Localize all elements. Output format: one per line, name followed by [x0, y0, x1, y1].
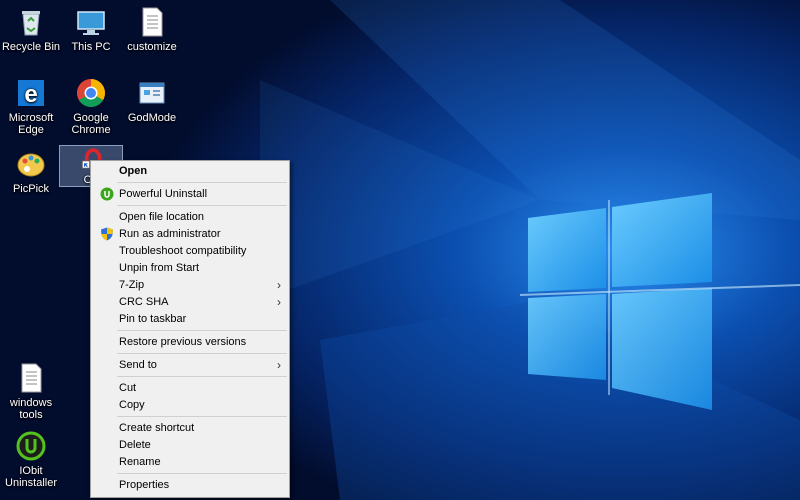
menu-item-label: Powerful Uninstall — [119, 188, 208, 200]
svg-text:e: e — [24, 81, 37, 108]
iobit-icon — [16, 431, 46, 461]
menu-item-open-file-location[interactable]: Open file location — [91, 209, 289, 226]
menu-item-delete[interactable]: Delete — [91, 437, 289, 454]
desktop-icon-iobit-uninstaller[interactable]: IObit Uninstaller — [0, 428, 62, 490]
menu-item-powerful-uninstall[interactable]: Powerful Uninstall — [91, 186, 289, 203]
godmode-icon — [139, 82, 165, 104]
menu-item-unpin-from-start[interactable]: Unpin from Start — [91, 260, 289, 277]
iobit-uninstall-icon — [100, 187, 114, 201]
menu-item-crc-sha[interactable]: CRC SHA › — [91, 294, 289, 311]
chevron-right-icon: › — [277, 278, 281, 292]
desktop-icon-customize[interactable]: customize — [121, 4, 183, 66]
menu-item-rename[interactable]: Rename — [91, 454, 289, 471]
menu-separator — [117, 330, 287, 331]
menu-separator — [117, 376, 287, 377]
menu-item-label: Pin to taskbar — [119, 313, 187, 325]
menu-separator — [117, 416, 287, 417]
menu-item-label: Restore previous versions — [119, 336, 247, 348]
menu-item-label: Delete — [119, 439, 151, 451]
chevron-right-icon: › — [277, 358, 281, 372]
menu-item-label: CRC SHA — [119, 296, 169, 308]
desktop-icon-label: GodMode — [127, 112, 177, 124]
menu-item-label: Rename — [119, 456, 161, 468]
edge-icon: e — [18, 80, 44, 108]
menu-item-copy[interactable]: Copy — [91, 397, 289, 414]
menu-item-label: Cut — [119, 382, 137, 394]
menu-item-label: Troubleshoot compatibility — [119, 245, 247, 257]
desktop-icon-windows-tools[interactable]: windows tools — [0, 360, 62, 422]
desktop-icon-label: IObit Uninstaller — [5, 465, 57, 489]
desktop-icon-godmode[interactable]: GodMode — [121, 75, 183, 137]
text-file-icon — [142, 7, 163, 37]
menu-item-properties[interactable]: Properties — [91, 477, 289, 494]
menu-item-7-zip[interactable]: 7-Zip › — [91, 277, 289, 294]
menu-item-label: Open — [119, 165, 148, 177]
desktop-icon-label: This PC — [71, 41, 111, 53]
menu-separator — [117, 205, 287, 206]
desktop-icon-microsoft-edge[interactable]: e Microsoft Edge — [0, 75, 62, 137]
desktop-icon-label: windows tools — [9, 397, 53, 421]
picpick-icon — [17, 153, 45, 177]
recycle-bin-icon — [22, 11, 40, 36]
menu-item-label: Copy — [119, 399, 145, 411]
desktop-icon-recycle-bin[interactable]: Recycle Bin — [0, 4, 62, 66]
chevron-right-icon: › — [277, 295, 281, 309]
context-menu: Open Powerful Uninstall Open file locati… — [90, 160, 290, 498]
desktop-icon-google-chrome[interactable]: Google Chrome — [60, 75, 122, 137]
desktop-icon-label: customize — [127, 41, 177, 53]
text-file-icon — [21, 363, 42, 393]
menu-separator — [117, 353, 287, 354]
menu-item-label: Create shortcut — [119, 422, 195, 434]
menu-separator — [117, 473, 287, 474]
menu-item-send-to[interactable]: Send to › — [91, 357, 289, 374]
desktop-icon-label: Recycle Bin — [1, 41, 61, 53]
chrome-icon — [77, 79, 105, 107]
menu-item-cut[interactable]: Cut — [91, 380, 289, 397]
desktop-icon-this-pc[interactable]: This PC — [60, 4, 122, 66]
desktop-icon-label: Google Chrome — [71, 112, 111, 136]
menu-item-open[interactable]: Open — [91, 163, 289, 180]
menu-item-label: Run as administrator — [119, 228, 221, 240]
this-pc-icon — [77, 11, 105, 35]
uac-shield-icon — [101, 227, 113, 241]
desktop-icon-label: Microsoft Edge — [8, 112, 54, 136]
menu-item-troubleshoot-compatibility[interactable]: Troubleshoot compatibility — [91, 243, 289, 260]
menu-item-label: Send to — [119, 359, 157, 371]
menu-item-label: 7-Zip — [119, 279, 145, 291]
menu-item-create-shortcut[interactable]: Create shortcut — [91, 420, 289, 437]
menu-item-restore-previous-versions[interactable]: Restore previous versions — [91, 334, 289, 351]
desktop-icon-picpick[interactable]: PicPick — [0, 146, 62, 208]
menu-item-label: Unpin from Start — [119, 262, 200, 274]
menu-item-label: Open file location — [119, 211, 204, 223]
menu-item-pin-to-taskbar[interactable]: Pin to taskbar — [91, 311, 289, 328]
menu-item-run-as-administrator[interactable]: Run as administrator — [91, 226, 289, 243]
menu-separator — [117, 182, 287, 183]
desktop-icon-label: PicPick — [12, 183, 50, 195]
menu-item-label: Properties — [119, 479, 170, 491]
